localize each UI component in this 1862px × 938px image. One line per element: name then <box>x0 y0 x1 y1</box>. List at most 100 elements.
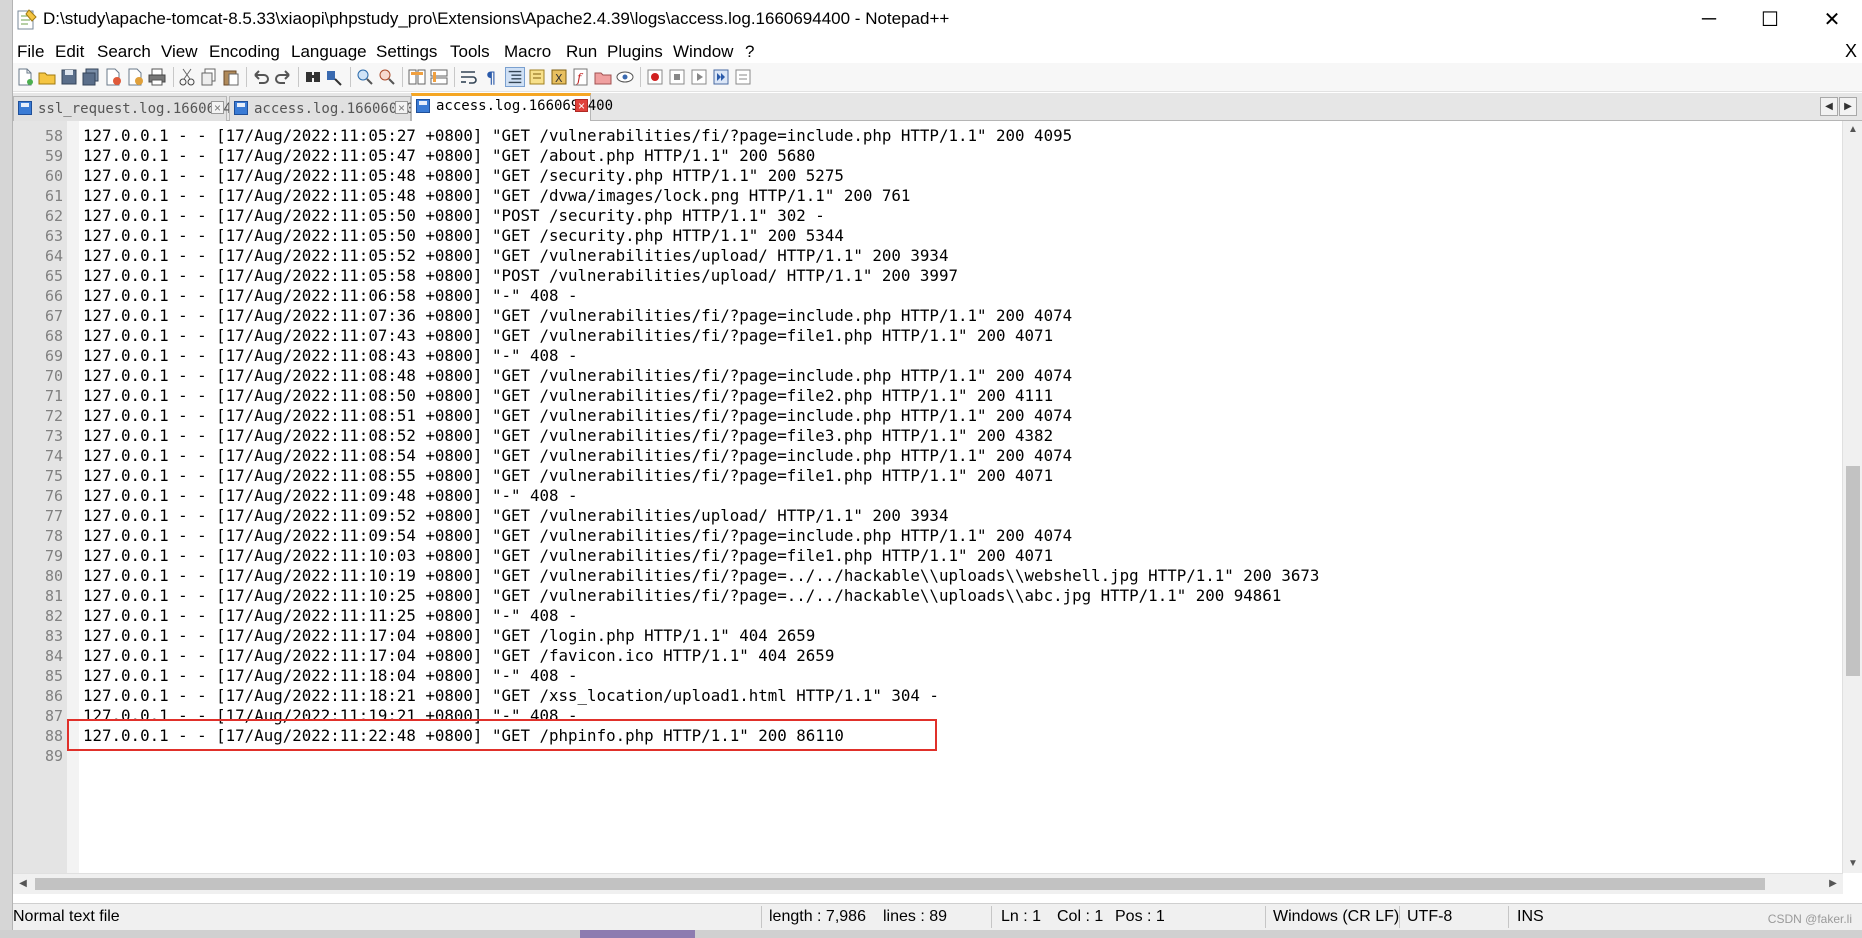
scroll-up-icon[interactable]: ▲ <box>1843 121 1862 139</box>
menu-run[interactable]: Run <box>566 42 597 62</box>
editor-line[interactable]: 67 127.0.0.1 - - [17/Aug/2022:11:07:36 +0… <box>13 306 1833 326</box>
tab-close-icon[interactable]: × <box>575 99 588 113</box>
editor-line[interactable]: 83 127.0.0.1 - - [17/Aug/2022:11:17:04 +0… <box>13 626 1833 646</box>
editor-line[interactable]: 69 127.0.0.1 - - [17/Aug/2022:11:08:43 +0… <box>13 346 1833 366</box>
save-all-icon[interactable] <box>81 67 101 87</box>
vertical-scroll-thumb[interactable] <box>1846 466 1860 676</box>
find-icon[interactable] <box>303 67 323 87</box>
editor-line[interactable]: 60 127.0.0.1 - - [17/Aug/2022:11:05:48 +0… <box>13 166 1833 186</box>
zoom-in-icon[interactable] <box>355 67 375 87</box>
menu-plugins[interactable]: Plugins <box>607 42 663 62</box>
menu-search[interactable]: Search <box>97 42 151 62</box>
redo-icon[interactable] <box>273 67 293 87</box>
doc-map-icon[interactable]: X <box>549 67 569 87</box>
tab-ssl-request-log[interactable]: ssl_request.log.1660694400 × <box>13 96 257 121</box>
close-document-button[interactable]: X <box>1845 41 1857 62</box>
editor-line[interactable]: 58 127.0.0.1 - - [17/Aug/2022:11:05:27 +0… <box>13 126 1833 146</box>
editor-line[interactable]: 72 127.0.0.1 - - [17/Aug/2022:11:08:51 +0… <box>13 406 1833 426</box>
editor-line[interactable]: 71 127.0.0.1 - - [17/Aug/2022:11:08:50 +0… <box>13 386 1833 406</box>
function-list-icon[interactable]: f <box>571 67 591 87</box>
editor-line[interactable]: 79 127.0.0.1 - - [17/Aug/2022:11:10:03 +0… <box>13 546 1833 566</box>
status-eol[interactable]: Windows (CR LF) <box>1273 908 1399 926</box>
print-icon[interactable] <box>147 67 167 87</box>
folder-workspace-icon[interactable] <box>593 67 613 87</box>
save-macro-icon[interactable] <box>733 67 753 87</box>
monitor-icon[interactable] <box>615 67 635 87</box>
scroll-left-icon[interactable]: ◀ <box>13 874 33 894</box>
menu-encoding[interactable]: Encoding <box>209 42 280 62</box>
editor-line[interactable]: 63 127.0.0.1 - - [17/Aug/2022:11:05:50 +0… <box>13 226 1833 246</box>
menu-file[interactable]: File <box>17 42 44 62</box>
menu-macro[interactable]: Macro <box>504 42 551 62</box>
editor-line[interactable]: 76 127.0.0.1 - - [17/Aug/2022:11:09:48 +0… <box>13 486 1833 506</box>
status-encoding[interactable]: UTF-8 <box>1407 908 1452 926</box>
vertical-scrollbar[interactable]: ▲ ▼ <box>1842 121 1862 873</box>
close-button[interactable]: ✕ <box>1802 0 1862 38</box>
menu-help[interactable]: ? <box>745 42 754 62</box>
menu-language[interactable]: Language <box>291 42 367 62</box>
word-wrap-icon[interactable] <box>459 67 479 87</box>
copy-icon[interactable] <box>199 67 219 87</box>
close-all-icon[interactable] <box>125 67 145 87</box>
editor-line[interactable]: 84 127.0.0.1 - - [17/Aug/2022:11:17:04 +0… <box>13 646 1833 666</box>
tab-close-icon[interactable]: × <box>211 101 224 115</box>
line-number: 61 <box>44 187 63 205</box>
editor-line[interactable]: 75 127.0.0.1 - - [17/Aug/2022:11:08:55 +0… <box>13 466 1833 486</box>
editor-line[interactable]: 74 127.0.0.1 - - [17/Aug/2022:11:08:54 +0… <box>13 446 1833 466</box>
stop-macro-icon[interactable] <box>667 67 687 87</box>
new-file-icon[interactable] <box>15 67 35 87</box>
editor-line[interactable]: 80 127.0.0.1 - - [17/Aug/2022:11:10:19 +0… <box>13 566 1833 586</box>
scroll-right-icon[interactable]: ▶ <box>1823 874 1843 894</box>
paste-icon[interactable] <box>221 67 241 87</box>
run-macro-multiple-icon[interactable] <box>711 67 731 87</box>
editor-line[interactable]: 70 127.0.0.1 - - [17/Aug/2022:11:08:48 +0… <box>13 366 1833 386</box>
menu-view[interactable]: View <box>161 42 198 62</box>
maximize-button[interactable]: ☐ <box>1740 0 1800 38</box>
watermark: CSDN @faker.li <box>1767 912 1852 926</box>
editor-line[interactable]: 81 127.0.0.1 - - [17/Aug/2022:11:10:25 +0… <box>13 586 1833 606</box>
tab-access-log-1660694400[interactable]: access.log.1660694400 × <box>411 93 613 121</box>
open-file-icon[interactable] <box>37 67 57 87</box>
editor-line[interactable]: 85 127.0.0.1 - - [17/Aug/2022:11:18:04 +0… <box>13 666 1833 686</box>
play-macro-icon[interactable] <box>689 67 709 87</box>
menu-edit[interactable]: Edit <box>55 42 84 62</box>
sync-horizontal-icon[interactable] <box>429 67 449 87</box>
editor-line[interactable]: 68 127.0.0.1 - - [17/Aug/2022:11:07:43 +0… <box>13 326 1833 346</box>
cut-icon[interactable] <box>177 67 197 87</box>
editor-line[interactable]: 77 127.0.0.1 - - [17/Aug/2022:11:09:52 +0… <box>13 506 1833 526</box>
undo-icon[interactable] <box>251 67 271 87</box>
editor-line[interactable]: 86 127.0.0.1 - - [17/Aug/2022:11:18:21 +0… <box>13 686 1833 706</box>
editor-line[interactable]: 62 127.0.0.1 - - [17/Aug/2022:11:05:50 +0… <box>13 206 1833 226</box>
indent-guide-icon[interactable] <box>505 67 525 87</box>
menu-settings[interactable]: Settings <box>376 42 437 62</box>
show-all-chars-icon[interactable]: ¶ <box>481 67 501 87</box>
zoom-out-icon[interactable] <box>377 67 397 87</box>
close-icon[interactable] <box>103 67 123 87</box>
editor-line[interactable]: 82 127.0.0.1 - - [17/Aug/2022:11:11:25 +0… <box>13 606 1833 626</box>
editor-line[interactable]: 61 127.0.0.1 - - [17/Aug/2022:11:05:48 +0… <box>13 186 1833 206</box>
menu-tools[interactable]: Tools <box>450 42 490 62</box>
tab-access-log-1660608000[interactable]: access.log.1660608000 × <box>229 96 431 121</box>
horizontal-scrollbar[interactable]: ◀ ▶ <box>13 873 1843 894</box>
editor-line[interactable]: 64 127.0.0.1 - - [17/Aug/2022:11:05:52 +0… <box>13 246 1833 266</box>
menu-window[interactable]: Window <box>673 42 733 62</box>
tab-scroll-right-icon[interactable]: ▶ <box>1839 97 1857 116</box>
minimize-button[interactable]: ─ <box>1679 0 1739 38</box>
editor-line[interactable]: 73 127.0.0.1 - - [17/Aug/2022:11:08:52 +0… <box>13 426 1833 446</box>
horizontal-scroll-thumb[interactable] <box>35 878 1765 890</box>
replace-icon[interactable] <box>325 67 345 87</box>
sync-vertical-icon[interactable] <box>407 67 427 87</box>
tab-scroll-left-icon[interactable]: ◀ <box>1820 97 1838 116</box>
save-icon[interactable] <box>59 67 79 87</box>
editor-area[interactable]: 58 127.0.0.1 - - [17/Aug/2022:11:05:27 +0… <box>13 121 1862 873</box>
editor-line[interactable]: 65 127.0.0.1 - - [17/Aug/2022:11:05:58 +0… <box>13 266 1833 286</box>
editor-line[interactable]: 59 127.0.0.1 - - [17/Aug/2022:11:05:47 +0… <box>13 146 1833 166</box>
title-bar[interactable]: D:\study\apache-tomcat-8.5.33\xiaopi\php… <box>13 0 1862 38</box>
editor-line[interactable]: 78 127.0.0.1 - - [17/Aug/2022:11:09:54 +0… <box>13 526 1833 546</box>
udl-icon[interactable] <box>527 67 547 87</box>
line-text: 127.0.0.1 - - [17/Aug/2022:11:05:48 +080… <box>83 186 911 205</box>
record-macro-icon[interactable] <box>645 67 665 87</box>
scroll-down-icon[interactable]: ▼ <box>1843 855 1862 873</box>
tab-close-icon[interactable]: × <box>395 101 408 115</box>
editor-line[interactable]: 66 127.0.0.1 - - [17/Aug/2022:11:06:58 +0… <box>13 286 1833 306</box>
